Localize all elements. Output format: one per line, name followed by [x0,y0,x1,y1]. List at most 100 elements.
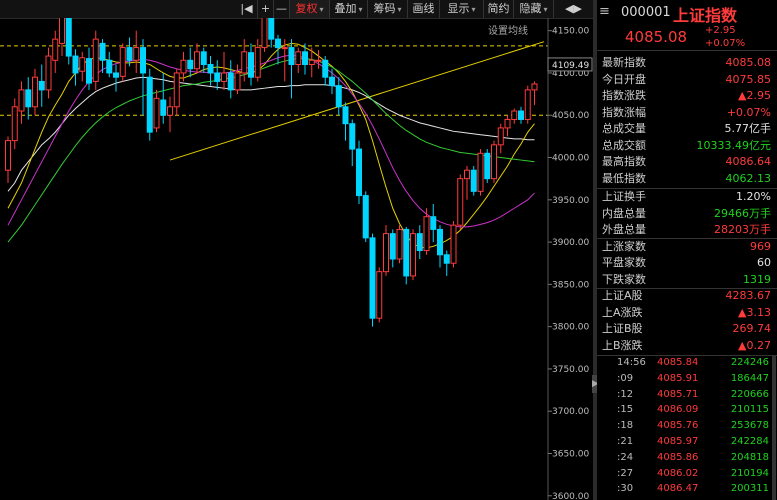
index-name: 上证指数 [673,6,738,25]
tick-time: :12 [617,388,634,400]
toolbar-label: 筹码 [373,2,396,15]
quote-row: 总成交额 10333.49亿元 [597,138,777,154]
toolbar-item-8[interactable]: 简约 [484,0,514,18]
quote-label: 最低指数 [602,171,646,185]
quote-row: 最高指数 4086.64 [597,154,777,170]
candle-body [349,123,356,150]
candle-body [248,52,254,78]
tick-time: :18 [617,420,634,432]
toolbar-item-3[interactable]: 复权 ▾ [290,0,330,18]
candle-body [214,72,221,82]
tick-time: :15 [617,404,634,416]
candle-body [65,18,72,57]
candle-body [200,51,207,66]
candle-body [437,228,443,256]
tick-row: :18 4085.76 253678 [597,418,777,434]
toolbar-item-9[interactable]: 隐藏 ▾ [514,0,554,18]
quote-value: ▲2.95 [738,89,771,102]
index-price: 4085.08 [625,28,688,46]
toolbar-item-0[interactable]: |◀ [236,0,258,18]
toolbar-item-2[interactable]: — [274,0,290,18]
candle-body [38,80,45,91]
tick-price: 4086.47 [657,483,699,495]
quote-label: 总成交量 [602,122,646,135]
candle-body [227,72,234,91]
candle-body [32,76,38,108]
quote-value: 4085.08 [725,56,772,69]
toolbar-item-5[interactable]: 筹码 ▾ [368,0,408,18]
candle-body [5,140,11,171]
candle-body [288,47,295,66]
candle-body [194,51,200,70]
quote-row: 上涨家数 969 [597,239,777,255]
candle-body [187,59,194,70]
quote-value: 4283.67 [725,289,772,302]
quote-row: 最新指数 4085.08 [597,55,777,71]
quote-label: 外盘总量 [602,223,646,236]
quote-row: 今日开盘 4075.85 [597,72,777,88]
tick-row: :30 4086.47 200311 [597,481,777,497]
quote-value: ▲0.27 [738,338,771,352]
chevron-down-icon: ▾ [397,5,402,14]
candle-body [308,59,315,66]
candle-body [59,18,65,44]
candle-body [430,216,437,230]
toolbar-item-4[interactable]: 叠加 ▾ [330,0,368,18]
candle-body [329,76,335,87]
quote-header: ≡ 000001 上证指数 4085.08 +2.95 +0.07% [597,0,777,51]
chevron-down-icon: ▾ [319,5,324,14]
quote-label: 最高指数 [602,155,646,168]
toolbar-item-1[interactable]: + [258,0,274,18]
candle-body [376,271,383,319]
candle-body [416,233,423,252]
candlestick-chart[interactable]: 4150.004100.004050.004000.003950.003900.… [0,18,593,500]
toolbar-label: 复权 [295,2,318,15]
quote-label: 总成交额 [602,138,646,152]
price-tick-label: 3850.00 [552,280,589,290]
quote-row: 上证换手 1.20% [597,189,777,205]
tick-price: 4085.71 [657,388,699,400]
candle-body [497,127,504,146]
tick-scrollbar[interactable] [772,355,776,500]
quote-panel: ≡ 000001 上证指数 4085.08 +2.95 +0.07% 最新指数 4… [597,0,777,500]
toolbar-item-6[interactable]: 画线 [408,0,440,18]
quote-row: 内盘总量 29466万手 [597,206,777,222]
quote-label: 平盘家数 [602,256,646,269]
chevron-down-icon: ▾ [471,5,476,14]
menu-icon[interactable]: ≡ [599,4,610,19]
candle-body [423,216,430,252]
candle-body [504,118,511,129]
quote-value: 60 [757,256,771,269]
chevron-down-icon: ▾ [358,5,363,14]
candle-body [457,178,464,226]
quote-value: 1319 [743,272,771,286]
tick-price: 4085.86 [657,451,699,463]
tick-row: :24 4085.86 204818 [597,450,777,466]
candle-body [464,169,470,180]
tick-volume: 220666 [730,388,769,400]
quote-label: 内盘总量 [602,206,646,220]
quote-row: 外盘总量 28203万手 [597,222,777,238]
nav-arrows[interactable]: ◀▶ [554,0,593,18]
tick-price: 4086.09 [657,404,699,416]
tick-row: :12 4085.71 220666 [597,387,777,403]
candle-body [45,55,52,91]
candle-body [92,38,99,82]
candle-body [302,51,308,66]
toolbar-label: 简约 [487,2,510,15]
tick-volume: 204818 [730,451,769,463]
tick-time: 14:56 [617,357,646,368]
quote-value: +0.07% [726,105,771,119]
tick-price: 4086.02 [657,467,699,479]
candle-body [180,59,187,74]
candle-body [126,47,133,61]
candle-body [119,47,126,77]
tick-row: :27 4086.02 210194 [597,466,777,482]
ma-line-4 [7,58,535,243]
toolbar-item-7[interactable]: 显示 ▾ [440,0,484,18]
quote-row: 上B涨跌 ▲0.27 [597,338,777,354]
quote-row: 平盘家数 60 [597,255,777,271]
toolbar-label: + [260,2,271,15]
candle-body [491,144,497,180]
toolbar-label: 叠加 [334,2,357,15]
